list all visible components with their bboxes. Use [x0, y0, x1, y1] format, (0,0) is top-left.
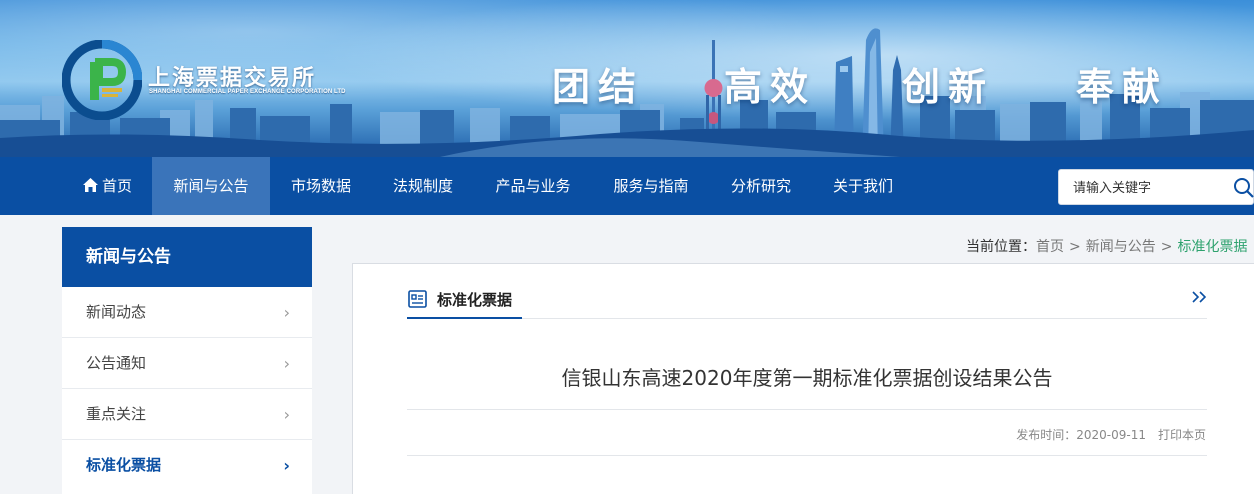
print-button[interactable]: 打印本页	[1158, 428, 1206, 442]
publish-date: 2020-09-11	[1076, 428, 1146, 442]
nav-label: 首页	[101, 177, 132, 195]
article-divider-bottom	[407, 455, 1207, 456]
nav-item-market-data[interactable]: 市场数据	[270, 157, 372, 215]
breadcrumb: 当前位置：首页 > 新闻与公告 > 标准化票据	[966, 236, 1247, 256]
double-chevron-right-icon[interactable]	[1191, 290, 1209, 304]
breadcrumb-prefix: 当前位置：	[966, 239, 1036, 255]
sidebar-item-label: 标准化票据	[86, 456, 162, 474]
search-input[interactable]	[1073, 178, 1223, 198]
slogan-3: 创新	[902, 65, 995, 109]
nav-item-news[interactable]: 新闻与公告	[152, 157, 270, 215]
nav-item-products[interactable]: 产品与业务	[474, 157, 592, 215]
chevron-right-icon: ›	[283, 354, 290, 373]
section-divider	[407, 318, 1207, 319]
article-meta: 发布时间：2020-09-11 打印本页	[1016, 426, 1206, 443]
sidebar-item-label: 重点关注	[86, 405, 147, 423]
brand-name-en: SHANGHAI COMMERCIAL PAPER EXCHANGE CORPO…	[149, 89, 346, 95]
brand-name-cn: 上海票据交易所	[148, 66, 317, 91]
slogan-2: 高效	[724, 65, 817, 109]
search-box	[1058, 169, 1254, 205]
publish-label: 发布时间：	[1016, 428, 1077, 442]
section-title-underline	[407, 317, 522, 319]
sidebar-item-label: 公告通知	[86, 354, 147, 372]
breadcrumb-separator: >	[1069, 239, 1081, 255]
sidebar-item-standard-notes[interactable]: 标准化票据 ›	[62, 440, 312, 491]
article-divider-top	[407, 409, 1207, 410]
home-icon	[82, 178, 98, 192]
nav-item-research[interactable]: 分析研究	[710, 157, 812, 215]
sidebar-title: 新闻与公告	[62, 227, 312, 287]
nav-item-regulations[interactable]: 法规制度	[372, 157, 474, 215]
breadcrumb-news[interactable]: 新闻与公告	[1086, 239, 1156, 255]
breadcrumb-separator: >	[1160, 239, 1173, 255]
sidebar-item-announcements[interactable]: 公告通知 ›	[62, 338, 312, 389]
chevron-right-icon: ›	[283, 303, 290, 322]
breadcrumb-current[interactable]: 标准化票据	[1177, 239, 1247, 255]
article-title: 信银山东高速2020年度第一期标准化票据创设结果公告	[561, 366, 1053, 390]
slogan-1: 团结	[552, 65, 645, 109]
sidebar: 新闻与公告 新闻动态 › 公告通知 › 重点关注 › 标准化票据 ›	[62, 227, 312, 494]
section-title: 标准化票据	[437, 291, 513, 309]
chevron-right-icon: ›	[283, 456, 290, 475]
scpe-logo-icon[interactable]	[62, 40, 142, 120]
slogan-4: 奉献	[1076, 65, 1169, 109]
sidebar-item-key-focus[interactable]: 重点关注 ›	[62, 389, 312, 440]
header-banner: 上海票据交易所 SHANGHAI COMMERCIAL PAPER EXCHAN…	[0, 0, 1254, 157]
nav-item-about[interactable]: 关于我们	[812, 157, 914, 215]
content-panel: 标准化票据 信银山东高速2020年度第一期标准化票据创设结果公告 发布时间：20…	[352, 263, 1254, 494]
search-icon[interactable]	[1233, 177, 1254, 199]
sidebar-item-label: 新闻动态	[86, 303, 147, 321]
nav-item-home[interactable]: 首页	[62, 157, 152, 215]
document-list-icon	[408, 290, 427, 308]
chevron-right-icon: ›	[283, 405, 290, 424]
breadcrumb-home[interactable]: 首页	[1036, 239, 1064, 255]
nav-item-services[interactable]: 服务与指南	[592, 157, 710, 215]
sidebar-item-news-updates[interactable]: 新闻动态 ›	[62, 287, 312, 338]
